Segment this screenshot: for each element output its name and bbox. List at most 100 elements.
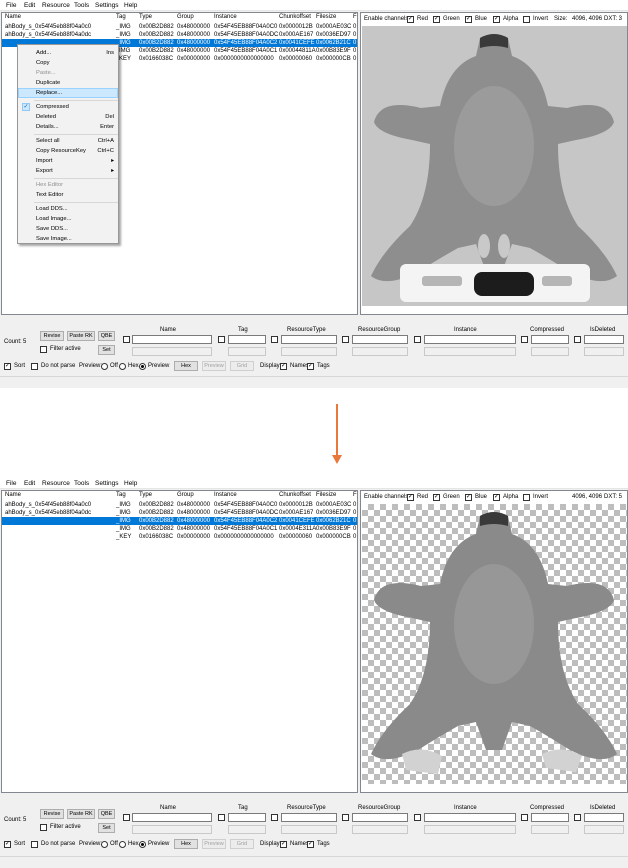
filter-compressed-input[interactable]: [531, 335, 569, 344]
invert-checkbox[interactable]: [523, 16, 530, 23]
invert-checkbox[interactable]: [523, 494, 530, 501]
col-extra[interactable]: F: [353, 14, 357, 20]
menu-settings[interactable]: Settings: [95, 480, 119, 487]
col-chunkoffset[interactable]: Chunkoffset: [279, 14, 311, 20]
filter-instance-checkbox[interactable]: [414, 814, 421, 821]
filter-group-input[interactable]: [352, 335, 408, 344]
col-instance[interactable]: Instance: [214, 14, 237, 20]
menu-item-load-image[interactable]: Load Image...: [18, 214, 118, 224]
names-checkbox[interactable]: ✓: [280, 363, 287, 370]
menu-item-load-dds[interactable]: Load DDS...: [18, 204, 118, 214]
filter-name-checkbox[interactable]: [123, 336, 130, 343]
table-row[interactable]: _IMG 0x00B2D882 0x48000000 0x54F45EB88F0…: [2, 525, 357, 533]
qbe-button[interactable]: QBE: [98, 331, 115, 341]
menu-item-export[interactable]: Export ▸: [18, 166, 118, 176]
menu-item-save-dds[interactable]: Save DDS...: [18, 224, 118, 234]
sort-checkbox[interactable]: ✓: [4, 841, 11, 848]
menu-item-compressed[interactable]: ✓ Compressed: [18, 102, 118, 112]
table-row[interactable]: ahBody_s_0x54f45eb88f04a0c0 _IMG 0x00B2D…: [2, 501, 357, 509]
filter-name-input[interactable]: [132, 335, 212, 344]
col-type[interactable]: Type: [139, 14, 152, 20]
table-row[interactable]: ahBody_s_0x54f45eb88f04a0dc _IMG 0x00B2D…: [2, 31, 357, 39]
col-tag[interactable]: Tag: [116, 492, 126, 498]
menu-tools[interactable]: Tools: [74, 480, 89, 487]
menu-item-add[interactable]: Add... Ins: [18, 48, 118, 58]
filter-instance-input[interactable]: [424, 335, 516, 344]
filter-type-input[interactable]: [281, 813, 337, 822]
menu-edit[interactable]: Edit: [24, 2, 35, 9]
tags-checkbox[interactable]: ✓: [307, 363, 314, 370]
col-type[interactable]: Type: [139, 492, 152, 498]
col-name[interactable]: Name: [5, 492, 21, 498]
filter-type-checkbox[interactable]: [271, 336, 278, 343]
blue-checkbox[interactable]: ✓: [465, 494, 472, 501]
menu-item-copy-rk[interactable]: Copy ResourceKey Ctrl+C: [18, 146, 118, 156]
table-row-selected[interactable]: _IMG 0x00B2D882 0x48000000 0x54F45EB88F0…: [2, 517, 357, 525]
filter-name-checkbox[interactable]: [123, 814, 130, 821]
hex-button[interactable]: Hex: [174, 839, 198, 849]
table-row[interactable]: ahBody_s_0x54f45eb88f04a0dc _IMG 0x00B2D…: [2, 509, 357, 517]
menu-item-duplicate[interactable]: Duplicate: [18, 78, 118, 88]
red-checkbox[interactable]: ✓: [407, 16, 414, 23]
do-not-parse-checkbox[interactable]: [31, 841, 38, 848]
red-checkbox[interactable]: ✓: [407, 494, 414, 501]
filter-active-checkbox[interactable]: [40, 824, 47, 831]
preview-off-radio[interactable]: [101, 363, 108, 370]
filter-compressed-input[interactable]: [531, 813, 569, 822]
paste-rk-button[interactable]: Paste RK: [67, 331, 95, 341]
preview-hex-radio[interactable]: [119, 363, 126, 370]
filter-group-checkbox[interactable]: [342, 814, 349, 821]
col-instance[interactable]: Instance: [214, 492, 237, 498]
qbe-button[interactable]: QBE: [98, 809, 115, 819]
alpha-checkbox[interactable]: ✓: [493, 494, 500, 501]
preview-preview-radio[interactable]: [139, 841, 146, 848]
col-group[interactable]: Group: [177, 492, 194, 498]
preview-preview-radio[interactable]: [139, 363, 146, 370]
menu-item-import[interactable]: Import ▸: [18, 156, 118, 166]
filter-isdeleted-checkbox[interactable]: [574, 336, 581, 343]
filter-compressed-checkbox[interactable]: [521, 336, 528, 343]
revise-button[interactable]: Revise: [40, 331, 64, 341]
green-checkbox[interactable]: ✓: [433, 494, 440, 501]
texture-canvas[interactable]: [362, 504, 627, 784]
filter-instance-input[interactable]: [424, 813, 516, 822]
filter-isdeleted-input[interactable]: [584, 813, 624, 822]
menu-item-text-editor[interactable]: Text Editor: [18, 190, 118, 200]
green-checkbox[interactable]: ✓: [433, 16, 440, 23]
hex-button[interactable]: Hex: [174, 361, 198, 371]
menu-item-save-image[interactable]: Save Image...: [18, 234, 118, 244]
col-tag[interactable]: Tag: [116, 14, 126, 20]
col-extra[interactable]: F: [353, 492, 357, 498]
tags-checkbox[interactable]: ✓: [307, 841, 314, 848]
filter-group-input[interactable]: [352, 813, 408, 822]
texture-canvas[interactable]: [362, 26, 627, 306]
filter-type-input[interactable]: [281, 335, 337, 344]
filter-instance-checkbox[interactable]: [414, 336, 421, 343]
col-name[interactable]: Name: [5, 14, 21, 20]
filter-compressed-checkbox[interactable]: [521, 814, 528, 821]
col-filesize[interactable]: Filesize: [316, 14, 336, 20]
menu-item-copy[interactable]: Copy: [18, 58, 118, 68]
resource-list[interactable]: Name Tag Type Group Instance Chunkoffset…: [1, 490, 358, 793]
filter-tag-checkbox[interactable]: [218, 814, 225, 821]
names-checkbox[interactable]: ✓: [280, 841, 287, 848]
set-button[interactable]: Set: [98, 345, 115, 355]
revise-button[interactable]: Revise: [40, 809, 64, 819]
menu-help[interactable]: Help: [124, 480, 137, 487]
filter-type-checkbox[interactable]: [271, 814, 278, 821]
menu-tools[interactable]: Tools: [74, 2, 89, 9]
filter-isdeleted-input[interactable]: [584, 335, 624, 344]
filter-name-input[interactable]: [132, 813, 212, 822]
blue-checkbox[interactable]: ✓: [465, 16, 472, 23]
menu-edit[interactable]: Edit: [24, 480, 35, 487]
preview-off-radio[interactable]: [101, 841, 108, 848]
set-button[interactable]: Set: [98, 823, 115, 833]
col-filesize[interactable]: Filesize: [316, 492, 336, 498]
menu-resource[interactable]: Resource: [42, 2, 70, 9]
col-group[interactable]: Group: [177, 14, 194, 20]
table-row[interactable]: ahBody_s_0x54f45eb88f04a0c0 _IMG 0x00B2D…: [2, 23, 357, 31]
filter-active-checkbox[interactable]: [40, 346, 47, 353]
filter-tag-checkbox[interactable]: [218, 336, 225, 343]
menu-settings[interactable]: Settings: [95, 2, 119, 9]
menu-item-deleted[interactable]: Deleted Del: [18, 112, 118, 122]
